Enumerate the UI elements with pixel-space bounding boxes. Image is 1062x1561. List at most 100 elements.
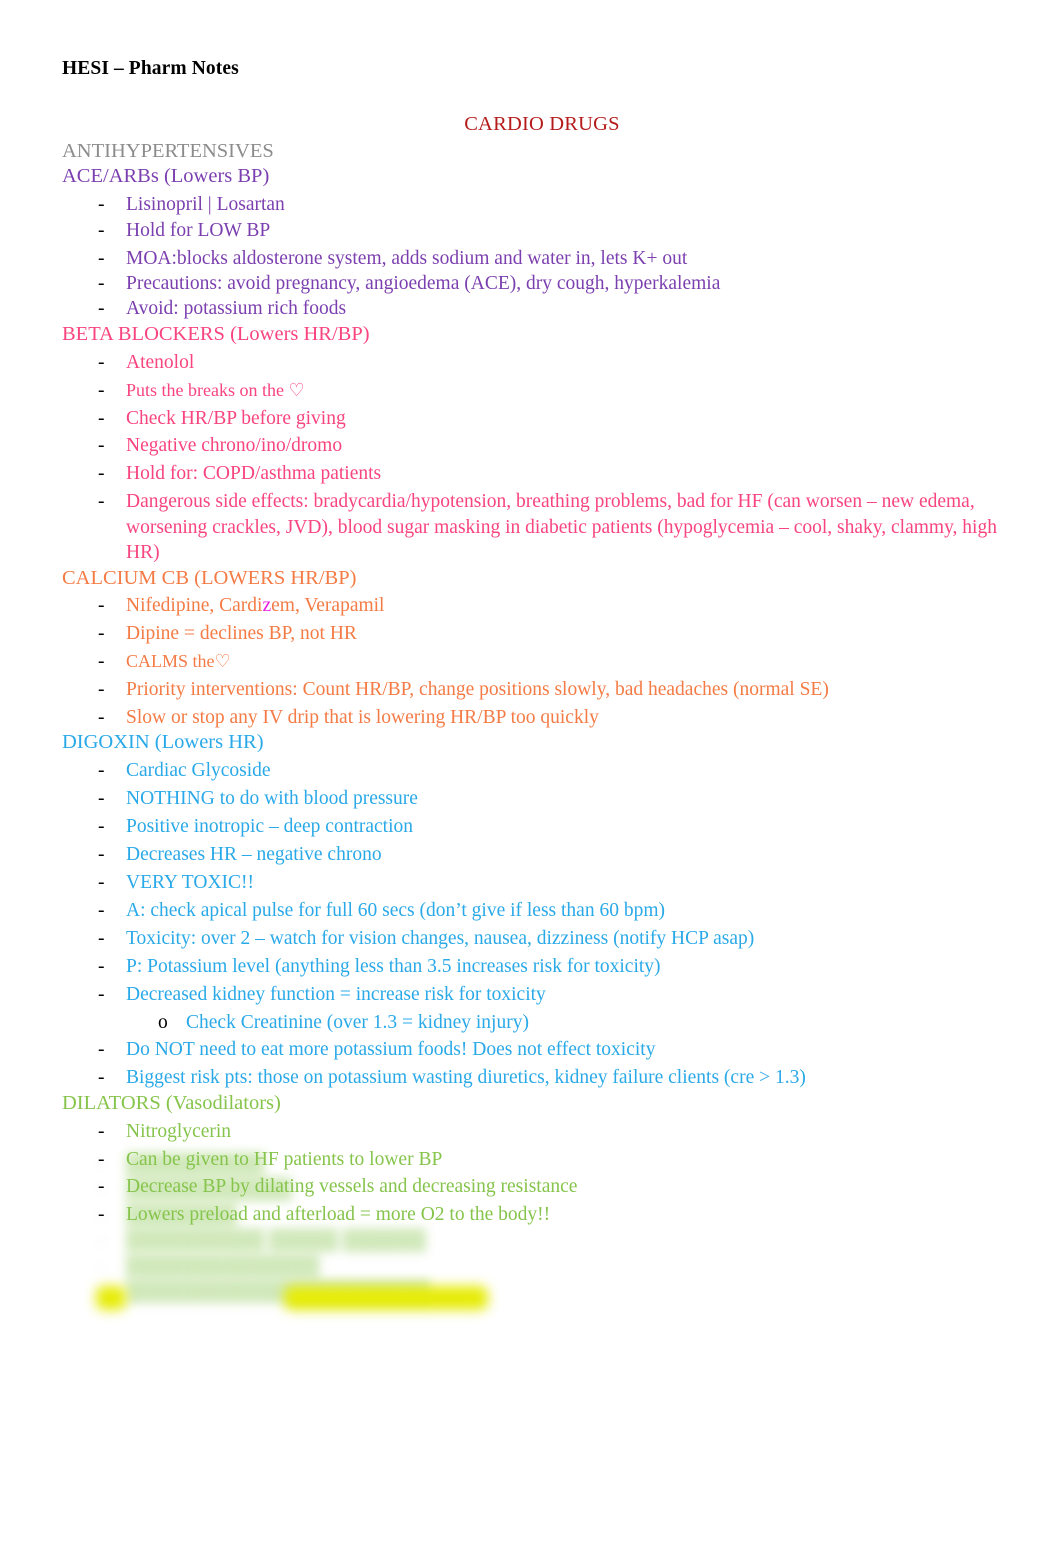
section-heading-beta-blockers: BETA BLOCKERS (Lowers HR/BP) — [62, 322, 370, 345]
list-item-text: Slow or stop any IV drip that is lowerin… — [126, 707, 599, 729]
bullet-marker: - — [98, 707, 105, 729]
list-item-text: Dipine = declines BP, not HR — [126, 623, 357, 645]
list-item-text: Dangerous side effects: bradycardia/hypo… — [126, 491, 997, 564]
list-item: - Decreases HR – negative chrono — [98, 840, 1022, 868]
obscured-line-text: ██████████ — [126, 1154, 265, 1175]
bullet-marker: - — [98, 219, 105, 241]
list-item-text: Nifedipine, Cardizem, Verapamil — [126, 593, 1022, 618]
obscured-line: - ██████████ █████ ██████ — [98, 1228, 582, 1253]
bullet-marker: - — [98, 927, 105, 949]
page-title: CARDIO DRUGS — [464, 113, 620, 135]
bullet-marker: - — [98, 1120, 105, 1142]
obscured-line: - ████████████ — [98, 1177, 582, 1202]
bullet-marker: - — [98, 273, 105, 295]
obscured-line: - ██████████████ — [98, 1254, 582, 1279]
list-item-text: Precautions: avoid pregnancy, angioedema… — [126, 273, 721, 295]
list-item: - Slow or stop any IV drip that is lower… — [98, 703, 1022, 731]
bullet-marker: - — [98, 1230, 105, 1252]
list-item-text: Biggest risk pts: those on potassium was… — [126, 1067, 806, 1089]
list-item: - Lisinopril | Losartan — [98, 190, 1022, 218]
bullet-marker: - — [98, 651, 105, 673]
obscured-line-text: ██████████ █████ ██████ — [126, 1230, 426, 1252]
drug-names-suffix: em, Verapamil — [271, 595, 385, 617]
list-item-text: Atenolol — [126, 351, 195, 373]
obscured-text-region: - ██████████ - ████████████ - ████████ -… — [62, 1152, 582, 1304]
bullet-marker: - — [98, 760, 105, 782]
bullet-marker: - — [98, 623, 105, 645]
list-item-text: CALMS the♡ — [126, 651, 231, 672]
list-item-text: Do NOT need to eat more potassium foods!… — [126, 1039, 656, 1061]
bullet-marker: - — [98, 679, 105, 701]
bullet-marker: - — [98, 435, 105, 457]
sub-list-item-text: Check Creatinine (over 1.3 = kidney inju… — [186, 1011, 529, 1033]
highlight-mark-small — [96, 1286, 126, 1310]
list-item: - Dangerous side effects: bradycardia/hy… — [98, 487, 1022, 566]
list-item: - Do NOT need to eat more potassium food… — [98, 1035, 1022, 1063]
list-item-text: Hold for LOW BP — [126, 219, 271, 241]
bullet-marker: - — [98, 407, 105, 429]
bullet-marker: o — [158, 1011, 168, 1033]
page-header: HESI – Pharm Notes — [62, 58, 239, 79]
list-item: - Hold for LOW BP — [98, 218, 1022, 243]
list-item: - Check HR/BP before giving — [98, 403, 1022, 431]
bullet-marker: - — [98, 1179, 105, 1201]
bullet-marker: - — [98, 1067, 105, 1089]
list-item-text: Cardiac Glycoside — [126, 760, 271, 782]
bullet-marker: - — [98, 983, 105, 1005]
document-page: HESI – Pharm Notes CARDIO DRUGS ANTIHYPE… — [0, 0, 1062, 1561]
bullet-marker: - — [98, 351, 105, 373]
bullet-marker: - — [98, 595, 105, 617]
list-item-text: Puts the breaks on the ♡ — [126, 379, 305, 400]
bullet-marker: - — [98, 1154, 105, 1175]
list-item: - Avoid: potassium rich foods — [98, 296, 1022, 321]
bullet-marker: - — [98, 247, 105, 269]
list-item-text: Avoid: potassium rich foods — [126, 298, 347, 320]
bullet-marker: - — [98, 788, 105, 810]
section-heading-antihypertensives: ANTIHYPERTENSIVES — [62, 140, 274, 162]
list-item: - Negative chrono/ino/dromo — [98, 431, 1022, 459]
obscured-line: - ████████ — [98, 1203, 582, 1228]
bullet-marker: - — [98, 379, 105, 401]
list-item: - Atenolol — [98, 347, 1022, 375]
obscured-line-text: ████████████ — [126, 1179, 292, 1201]
highlight-mark-large — [284, 1286, 488, 1310]
bullet-marker: - — [98, 194, 105, 216]
list-item: - NOTHING to do with blood pressure — [98, 784, 1022, 812]
list-item: - Cardiac Glycoside — [98, 756, 1022, 784]
bullet-marker: - — [98, 298, 105, 320]
list-item-text: Toxicity: over 2 – watch for vision chan… — [126, 927, 755, 949]
list-item: - Dipine = declines BP, not HR — [98, 619, 1022, 647]
bullet-marker: - — [98, 491, 105, 513]
list-item-text: A: check apical pulse for full 60 secs (… — [126, 899, 666, 921]
list-item: - Biggest risk pts: those on potassium w… — [98, 1063, 1022, 1091]
obscured-line: - ██████████ — [98, 1152, 582, 1177]
list-item: - P: Potassium level (anything less than… — [98, 951, 1022, 979]
list-item-text: Hold for: COPD/asthma patients — [126, 463, 382, 485]
bullet-marker: - — [98, 816, 105, 838]
highlighted-letter-z: z — [262, 595, 272, 617]
list-item-text: VERY TOXIC!! — [126, 871, 255, 893]
bullet-marker: - — [98, 1255, 105, 1277]
list-item: - Hold for: COPD/asthma patients — [98, 459, 1022, 487]
list-item: - Puts the breaks on the ♡ — [98, 375, 1022, 403]
list-item: - CALMS the♡ — [98, 647, 1022, 675]
obscured-line-text: ████████ — [126, 1204, 237, 1226]
obscured-line-text: ██████████████ — [126, 1255, 320, 1277]
notes-body: ANTIHYPERTENSIVES ACE/ARBs (Lowers BP) -… — [62, 139, 1022, 1228]
list-item: - Decreased kidney function = increase r… — [98, 979, 1022, 1007]
list-item: - A: check apical pulse for full 60 secs… — [98, 895, 1022, 923]
list-item: - Precautions: avoid pregnancy, angioede… — [98, 271, 1022, 296]
bullet-marker: - — [98, 463, 105, 485]
list-item: - Positive inotropic – deep contraction — [98, 812, 1022, 840]
list-item-text: Decreases HR – negative chrono — [126, 844, 382, 866]
bullet-marker: - — [98, 1204, 105, 1226]
section-heading-dilators: DILATORS (Vasodilators) — [62, 1091, 281, 1114]
list-item-text: Negative chrono/ino/dromo — [126, 435, 343, 457]
list-item-text: Priority interventions: Count HR/BP, cha… — [126, 679, 829, 701]
list-item-text: Lisinopril | Losartan — [126, 194, 285, 216]
list-item: - MOA:blocks aldosterone system, adds so… — [98, 243, 1022, 271]
section-heading-digoxin: DIGOXIN (Lowers HR) — [62, 731, 264, 754]
list-item-text: Decreased kidney function = increase ris… — [126, 983, 546, 1005]
list-item-text: Positive inotropic – deep contraction — [126, 816, 414, 838]
list-item: - Priority interventions: Count HR/BP, c… — [98, 675, 1022, 703]
